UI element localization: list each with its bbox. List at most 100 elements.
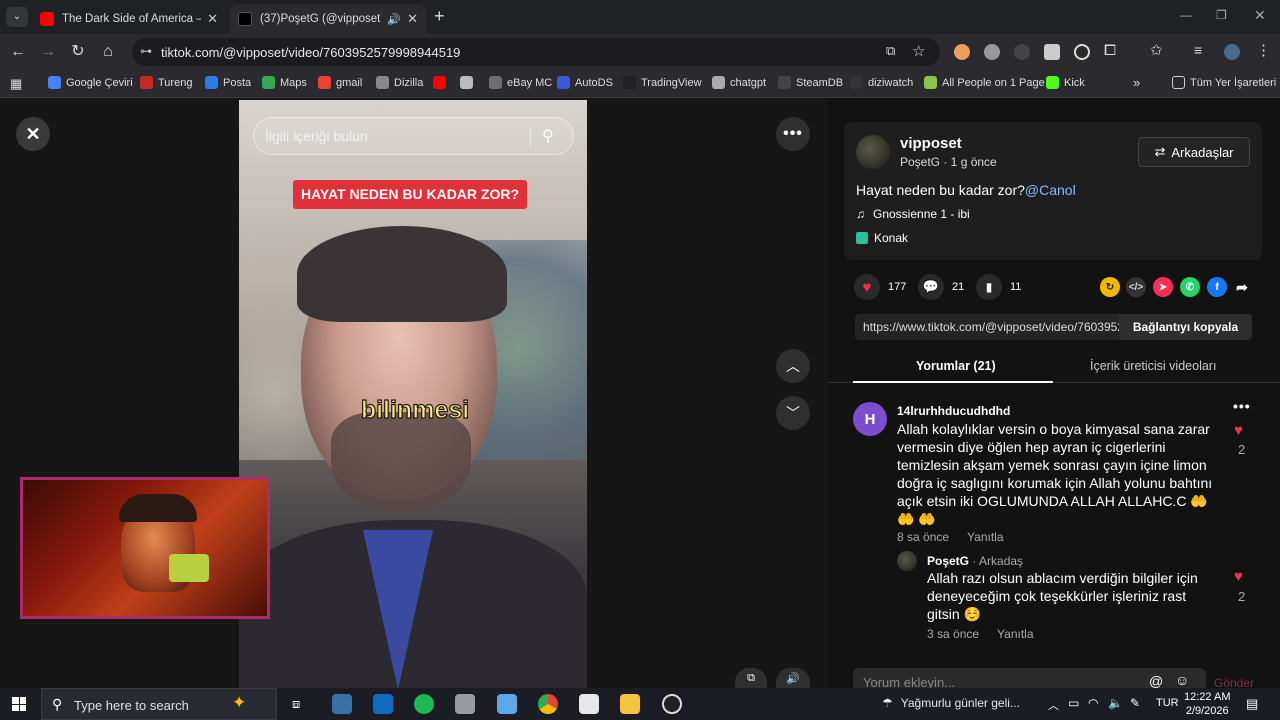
more-bookmarks-icon[interactable]: » [1133, 75, 1140, 90]
bookmark-item[interactable]: Kick [1046, 76, 1085, 89]
home-icon[interactable]: ⌂ [98, 42, 118, 62]
extension-icon[interactable] [984, 44, 1000, 60]
minimize-icon[interactable]: — [1180, 8, 1192, 22]
app-icon[interactable] [332, 694, 352, 714]
bookmark-item[interactable]: gmail [318, 76, 362, 89]
wifi-icon[interactable]: ◠ [1088, 696, 1098, 710]
next-video-button[interactable]: ﹀ [776, 396, 810, 430]
chevron-up-icon[interactable]: ︿ [1048, 697, 1059, 713]
repost-icon[interactable]: ↻ [1100, 277, 1120, 297]
mention-link[interactable]: @Canol [1025, 182, 1076, 198]
forward-icon[interactable]: → [38, 42, 58, 62]
comment-input[interactable]: Yorum ekleyin... @ ☺ [853, 668, 1206, 690]
outlook-icon[interactable] [373, 694, 393, 714]
volume-button[interactable]: 🔊 [776, 668, 810, 688]
emoji-icon[interactable]: ☺ [1175, 672, 1189, 688]
facebook-icon[interactable]: f [1207, 277, 1227, 297]
bookmark-star-icon[interactable]: ☆ [912, 42, 925, 60]
more-options-button[interactable]: ••• [776, 117, 810, 151]
browser-tab[interactable]: The Dark Side of America – Extr ✕ [32, 4, 226, 34]
share-link-url[interactable]: https://www.tiktok.com/@vipposet/video/7… [863, 320, 1119, 334]
puzzle-icon[interactable]: ⧠ [1104, 42, 1116, 59]
reload-icon[interactable]: ↻ [68, 42, 88, 62]
weather-widget[interactable]: ☂ Yağmurlu günler geli... [882, 696, 1020, 710]
like-button[interactable]: ♥ 177 [854, 274, 906, 300]
bookmarks-star-icon[interactable]: ✩ [1150, 41, 1163, 59]
heart-icon[interactable]: ♥ [1234, 568, 1243, 585]
task-view-icon[interactable]: ⧈ [292, 696, 300, 712]
menu-icon[interactable]: ⋮ [1256, 41, 1271, 59]
windows-start-icon[interactable] [12, 697, 26, 711]
close-tab-icon[interactable]: ✕ [207, 11, 218, 27]
bookmark-item[interactable]: Tureng [140, 76, 192, 89]
reply-author[interactable]: PoşetG [927, 554, 969, 568]
friends-button[interactable]: ⇄ Arkadaşlar [1138, 137, 1250, 167]
all-bookmarks-folder[interactable]: Tüm Yer İşaretleri [1172, 76, 1276, 89]
language-indicator[interactable]: TUR [1156, 697, 1179, 709]
bookmark-item[interactable]: eBay MC [489, 76, 552, 89]
share-arrow-icon[interactable]: ➦ [1232, 277, 1252, 297]
url-text[interactable]: tiktok.com/@vipposet/video/7603952579998… [161, 45, 460, 60]
reply-button[interactable]: Yanıtla [997, 627, 1033, 641]
app-icon[interactable] [662, 694, 682, 714]
author-handle[interactable]: vipposet [900, 135, 962, 152]
battery-icon[interactable]: ▭ [1068, 696, 1079, 710]
bookmark-item[interactable]: Posta [205, 76, 251, 89]
volume-icon[interactable]: 🔈 [1108, 696, 1123, 710]
bookmark-item[interactable]: AutoDS [557, 76, 613, 89]
location-link[interactable]: Konak [856, 231, 908, 245]
bookmark-item[interactable]: Google Çeviri [48, 76, 133, 89]
tab-list-dropdown[interactable]: ⌄ [6, 7, 28, 27]
spotify-icon[interactable] [414, 694, 434, 714]
apps-grid-icon[interactable]: ▦ [10, 76, 22, 92]
taskbar-search-input[interactable]: ⚲ Type here to search ✦ [41, 688, 277, 720]
avatar[interactable] [897, 551, 917, 571]
address-bar[interactable]: ⊶ tiktok.com/@vipposet/video/76039525799… [132, 38, 940, 66]
reply-button[interactable]: Yanıtla [967, 530, 1003, 544]
reading-list-icon[interactable]: ≡ [1194, 42, 1202, 58]
tab-creator-videos[interactable]: İçerik üreticisi videoları [1090, 359, 1216, 373]
extension-icon[interactable] [1074, 44, 1090, 60]
app-icon[interactable] [497, 694, 517, 714]
new-tab-button[interactable]: + [434, 6, 445, 27]
embed-icon[interactable]: </> [1126, 277, 1146, 297]
extension-icon[interactable] [1014, 44, 1030, 60]
reply-username[interactable]: PoşetG · Arkadaş [927, 554, 1023, 568]
chrome-icon[interactable] [538, 694, 558, 714]
heart-icon[interactable]: ♥ [1234, 422, 1243, 439]
bookmark-item[interactable] [433, 76, 451, 89]
avatar[interactable] [856, 135, 890, 169]
search-icon[interactable]: ⚲ [542, 126, 554, 146]
more-dots-icon[interactable]: ••• [1233, 398, 1251, 414]
send-icon[interactable]: ➤ [1153, 277, 1173, 297]
comment-button[interactable]: 💬 21 [918, 274, 964, 300]
close-tab-icon[interactable]: ✕ [407, 11, 418, 27]
profile-avatar-icon[interactable] [1224, 44, 1240, 60]
install-app-icon[interactable]: ⧉ [886, 43, 895, 59]
folder-icon[interactable] [620, 694, 640, 714]
shield-icon[interactable] [1044, 44, 1060, 60]
extension-icon[interactable] [954, 44, 970, 60]
save-button[interactable]: ▮ 11 [976, 274, 1021, 300]
close-video-button[interactable]: ✕ [16, 117, 50, 151]
bookmark-item[interactable]: Maps [262, 76, 307, 89]
related-search-input[interactable]: İlgili içeriği bulun ⚲ [253, 117, 574, 155]
bookmark-item[interactable]: diziwatch [850, 76, 913, 89]
whatsapp-icon[interactable]: ✆ [1180, 277, 1200, 297]
pip-button[interactable]: ⧉ [735, 668, 767, 688]
bookmark-item[interactable] [460, 76, 478, 89]
close-window-icon[interactable]: ✕ [1254, 7, 1266, 24]
avatar[interactable]: H [853, 402, 887, 436]
previous-video-button[interactable]: ︿ [776, 349, 810, 383]
notification-icon[interactable]: ▤ [1246, 696, 1258, 712]
restore-icon[interactable]: ❐ [1216, 8, 1227, 22]
bookmark-item[interactable]: Dizilla [376, 76, 423, 89]
bookmark-item[interactable]: chatgpt [712, 76, 766, 89]
app-icon[interactable] [455, 694, 475, 714]
tab-comments[interactable]: Yorumlar (21) [916, 359, 996, 373]
comment-username[interactable]: 14lrurhhducudhdhd [897, 404, 1010, 418]
browser-tab-active[interactable]: (37)PoşetG (@vipposet) | TikTok 🔊 ✕ [230, 4, 426, 34]
store-icon[interactable] [579, 694, 599, 714]
music-link[interactable]: ♫ Gnossienne 1 - ibi [856, 207, 970, 221]
pen-icon[interactable]: ✎ [1130, 696, 1140, 710]
